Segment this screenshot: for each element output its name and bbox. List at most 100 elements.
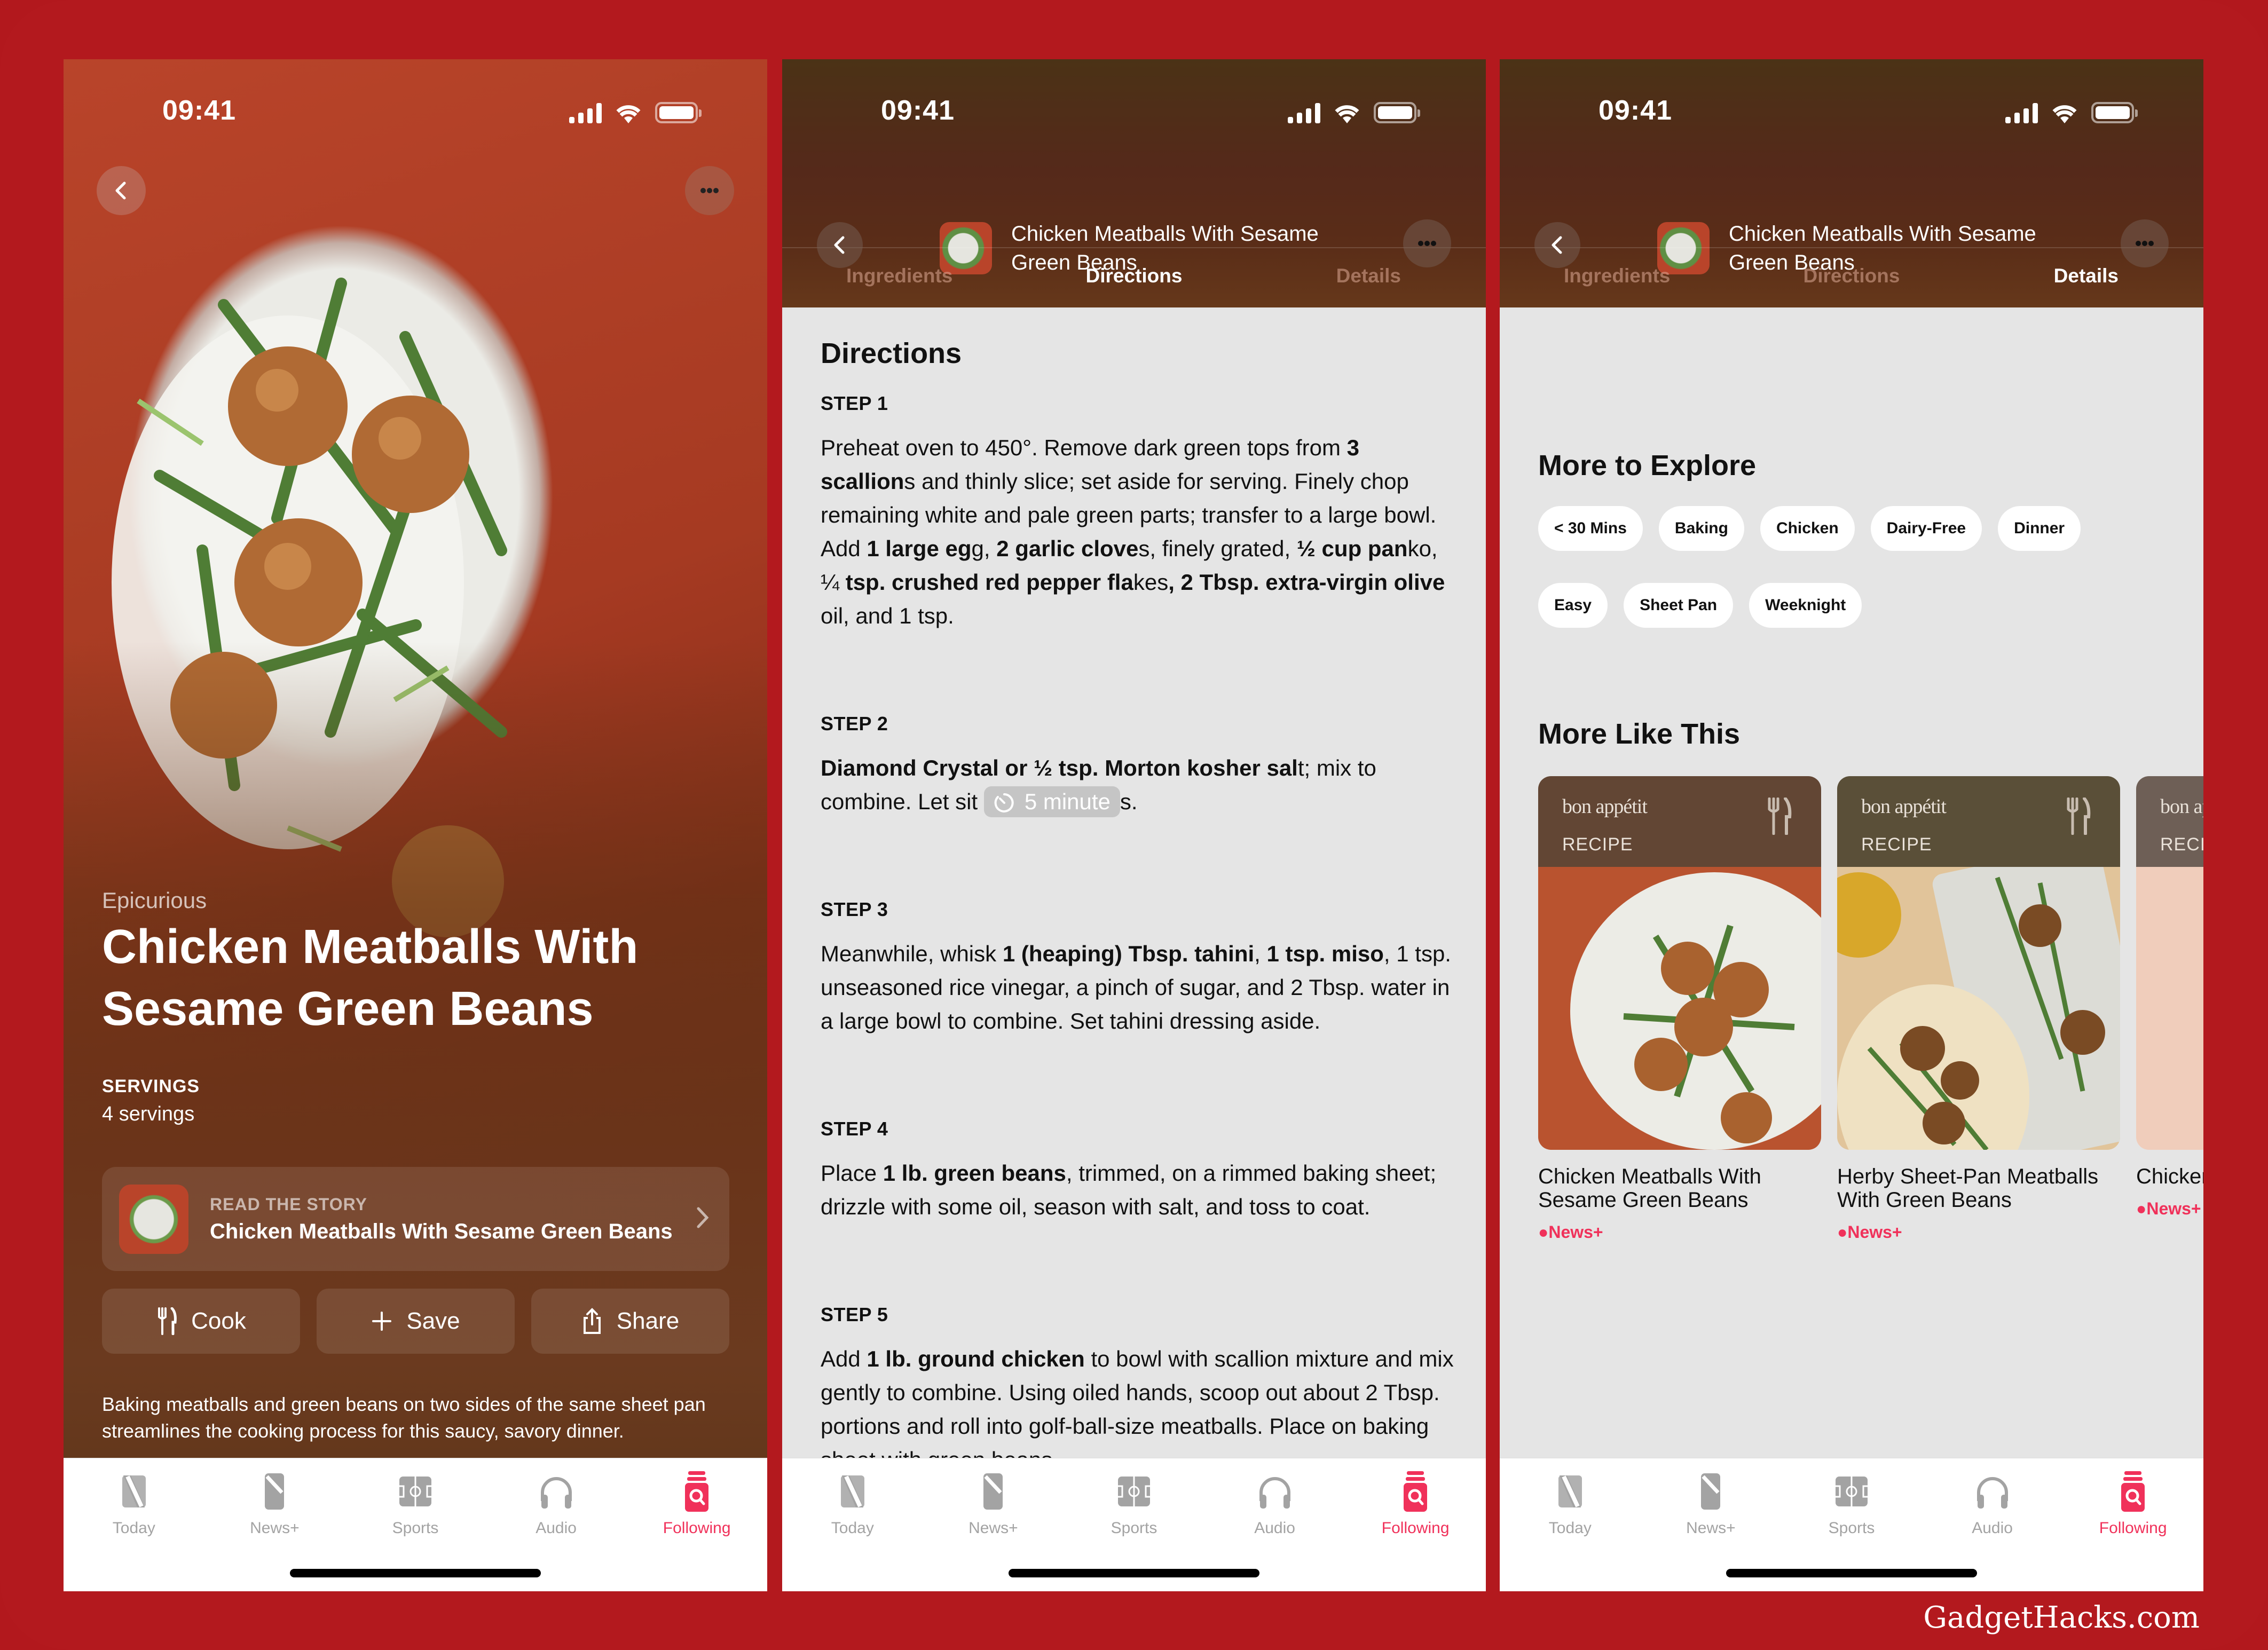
- recipe-card[interactable]: bon appétit RECIPE Herby Sheet-Pan Meatb…: [1837, 776, 2120, 1242]
- news-plus-badge: ●News+: [1538, 1222, 1821, 1242]
- segment-control: Ingredients Directions Details: [782, 265, 1486, 287]
- tag-chip[interactable]: Weeknight: [1749, 583, 1862, 628]
- news-today-icon: [1558, 1475, 1582, 1507]
- recipe-title: Chicken Meatballs With Sesame Green Bean…: [102, 920, 639, 1036]
- save-label: Save: [406, 1308, 460, 1334]
- headphones-icon: [1976, 1477, 2008, 1509]
- card-title: Herby Sheet-Pan Meatballs With Green Bea…: [1837, 1165, 2099, 1212]
- tab-following[interactable]: Following: [626, 1471, 767, 1537]
- card-kind: RECIPE: [1562, 834, 1633, 855]
- tab-today[interactable]: Today: [64, 1471, 204, 1537]
- back-button[interactable]: [97, 166, 146, 215]
- headphones-icon: [540, 1477, 572, 1509]
- more-options-button[interactable]: [685, 166, 734, 215]
- segment-ingredients[interactable]: Ingredients: [782, 265, 1017, 287]
- fork-knife-icon: [158, 1307, 177, 1335]
- tab-sports[interactable]: Sports: [1781, 1471, 1922, 1537]
- segment-details[interactable]: Details: [1251, 265, 1486, 287]
- watermark: GadgetHacks.com: [1923, 1600, 2200, 1635]
- apple-logo-icon: ●: [1837, 1222, 1848, 1242]
- direction-step: STEP 4 Place 1 lb. green beans, trimmed, …: [821, 1118, 1456, 1223]
- badge-label: News+: [1847, 1222, 1902, 1242]
- segment-directions[interactable]: Directions: [1734, 265, 1968, 287]
- more-options-button[interactable]: [2121, 219, 2169, 267]
- tab-audio[interactable]: Audio: [1922, 1471, 2063, 1537]
- cook-button[interactable]: Cook: [102, 1289, 300, 1354]
- card-image: bon appétit RECIPE: [1538, 776, 1821, 1150]
- step-label: STEP 3: [821, 898, 888, 920]
- news-plus-icon: [265, 1473, 285, 1510]
- read-the-story-card[interactable]: READ THE STORY Chicken Meatballs With Se…: [102, 1167, 729, 1271]
- news-today-icon: [122, 1475, 146, 1507]
- tab-label: News+: [250, 1519, 300, 1537]
- tab-bar: Today News+ Sports Audio Following: [64, 1458, 767, 1591]
- servings-label: SERVINGS: [102, 1076, 200, 1096]
- recipe-card[interactable]: bon appétit RECIPE Chicken Green Broth ●…: [2136, 776, 2203, 1242]
- timer-button[interactable]: 5 minute: [983, 786, 1120, 817]
- publisher-name: Epicurious: [102, 888, 207, 913]
- following-search-icon: [1404, 1471, 1428, 1512]
- tab-today[interactable]: Today: [1500, 1471, 1641, 1537]
- plus-icon: [372, 1312, 392, 1331]
- back-button[interactable]: [817, 222, 863, 268]
- tab-following[interactable]: Following: [2062, 1471, 2203, 1537]
- directions-heading: Directions: [821, 337, 962, 369]
- direction-step: STEP 2 Diamond Crystal or ½ tsp. Morton k…: [821, 713, 1456, 818]
- tab-audio[interactable]: Audio: [1204, 1471, 1345, 1537]
- status-bar: 09:41: [1500, 91, 2203, 139]
- card-image: bon appétit RECIPE: [1837, 776, 2120, 1150]
- tab-label: Sports: [1828, 1519, 1875, 1537]
- save-button[interactable]: Save: [317, 1289, 515, 1354]
- back-button[interactable]: [1534, 222, 1580, 268]
- details-content: More to Explore < 30 Mins Baking Chicken Da…: [1538, 449, 2203, 1242]
- tab-news[interactable]: News+: [1641, 1471, 1782, 1537]
- header-divider: [1500, 247, 2203, 248]
- tag-chip[interactable]: Sheet Pan: [1624, 583, 1734, 628]
- news-plus-icon: [1701, 1473, 1721, 1510]
- tag-chip[interactable]: < 30 Mins: [1538, 506, 1643, 551]
- segment-control: Ingredients Directions Details: [1500, 265, 2203, 287]
- tag-chip[interactable]: Easy: [1538, 583, 1608, 628]
- cellular-signal-icon: [569, 102, 602, 123]
- tag-chip[interactable]: Dairy-Free: [1870, 506, 1982, 551]
- tab-audio[interactable]: Audio: [486, 1471, 627, 1537]
- battery-icon: [1374, 102, 1420, 123]
- step-label: STEP 2: [821, 713, 888, 735]
- card-kind: RECIPE: [2160, 834, 2203, 855]
- step-text: Place 1 lb. green beans, trimmed, on a r…: [821, 1160, 1437, 1219]
- tag-chip[interactable]: Baking: [1658, 506, 1744, 551]
- card-brand-band: bon appétit RECIPE: [1837, 776, 2120, 867]
- tab-label: News+: [1686, 1519, 1736, 1537]
- card-title: Chicken Meatballs With Sesame Green Bean…: [1538, 1165, 1761, 1212]
- segment-details[interactable]: Details: [1969, 265, 2203, 287]
- phone-directions: 09:41 Chicken Meatballs With Sesame Gree…: [782, 59, 1486, 1591]
- chevron-left-icon: [834, 236, 845, 254]
- fork-knife-icon: [1768, 798, 1792, 835]
- tab-sports[interactable]: Sports: [1064, 1471, 1204, 1537]
- home-indicator: [1726, 1569, 1977, 1577]
- recipe-header: 09:41 Chicken Meatballs With Sesame Gree…: [1500, 59, 2203, 307]
- more-options-button[interactable]: [1403, 219, 1451, 267]
- card-brand: bon appétit: [1562, 795, 1648, 818]
- recipe-card[interactable]: bon appétit RECIPE Chicken Meatballs Wit…: [1538, 776, 1821, 1242]
- step-label: STEP 4: [821, 1118, 888, 1140]
- tab-news[interactable]: News+: [923, 1471, 1064, 1537]
- hero-gradient-overlay: [64, 59, 767, 1591]
- tab-label: Following: [663, 1519, 731, 1537]
- tab-sports[interactable]: Sports: [345, 1471, 486, 1537]
- battery-icon: [2091, 102, 2138, 123]
- home-indicator: [290, 1569, 541, 1577]
- fork-knife-icon: [2067, 798, 2091, 835]
- tag-chip[interactable]: Dinner: [1998, 506, 2081, 551]
- tab-label: News+: [968, 1519, 1018, 1537]
- tag-chip[interactable]: Chicken: [1760, 506, 1855, 551]
- share-label: Share: [616, 1308, 680, 1334]
- share-button[interactable]: Share: [531, 1289, 729, 1354]
- tab-news[interactable]: News+: [204, 1471, 345, 1537]
- tab-following[interactable]: Following: [1345, 1471, 1486, 1537]
- step-text: Preheat oven to 450°. Remove dark green …: [821, 435, 1445, 628]
- tab-today[interactable]: Today: [782, 1471, 923, 1537]
- tab-label: Today: [1548, 1519, 1592, 1537]
- segment-directions[interactable]: Directions: [1017, 265, 1251, 287]
- segment-ingredients[interactable]: Ingredients: [1500, 265, 1734, 287]
